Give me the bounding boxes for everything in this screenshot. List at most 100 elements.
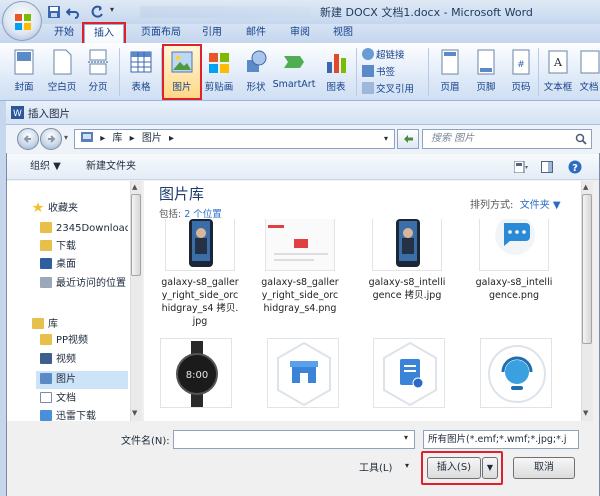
scroll-down-icon[interactable]: ▼ <box>132 409 137 417</box>
insert-button[interactable]: 插入(S) <box>427 457 481 479</box>
clip-art-icon <box>209 53 229 73</box>
view-options-icon[interactable] <box>514 161 528 173</box>
help-icon[interactable]: ? <box>568 160 582 174</box>
scroll-up-icon[interactable]: ▲ <box>132 183 137 191</box>
office-button[interactable] <box>2 1 42 41</box>
file-thumbnail[interactable]: 8:00 <box>160 338 232 408</box>
file-thumbnail[interactable] <box>480 338 552 408</box>
undo-icon[interactable] <box>66 5 80 19</box>
scroll-down-icon[interactable]: ▼ <box>583 409 588 417</box>
filename-input[interactable] <box>173 430 415 449</box>
chart-icon <box>327 54 346 73</box>
tab-mailings[interactable]: 邮件 <box>240 24 272 43</box>
cover-page-button[interactable]: 封面 <box>6 46 42 98</box>
preview-pane-icon[interactable] <box>541 161 553 173</box>
insert-options-button[interactable]: ▼ <box>482 457 498 479</box>
recent-locations-icon[interactable]: ▾ <box>64 133 68 142</box>
breadcrumb-library[interactable]: 库 <box>112 133 122 144</box>
hyperlink-button[interactable]: 超链接 <box>362 48 405 64</box>
save-icon[interactable] <box>47 5 61 19</box>
table-icon <box>130 51 152 73</box>
header-icon <box>441 49 459 75</box>
page-number-button[interactable]: # 页码 <box>503 46 539 98</box>
file-name[interactable]: galaxy-s8_intelli gence.png <box>465 276 563 302</box>
back-button[interactable] <box>17 128 39 150</box>
nav-documents[interactable]: 文档 <box>40 390 128 408</box>
cover-page-icon <box>14 49 34 75</box>
organize-button[interactable]: 组织 ▼ <box>30 154 61 180</box>
svg-text:?: ? <box>572 163 578 174</box>
qat-customize-icon[interactable]: ▾ <box>110 5 114 14</box>
customer-service-icon-image <box>488 345 546 403</box>
address-bar[interactable]: ▸ 库 ▸ 图片 ▸ ▾ <box>74 129 395 149</box>
nav-xunlei-downloads[interactable]: 迅雷下载 <box>40 408 128 421</box>
breadcrumb-pictures[interactable]: 图片 <box>142 133 162 144</box>
quick-parts-button[interactable]: 文档 <box>578 46 600 98</box>
file-thumbnail[interactable] <box>265 219 335 271</box>
smartart-icon <box>284 56 304 68</box>
table-button[interactable]: 表格 <box>123 46 159 98</box>
tab-view[interactable]: 视图 <box>327 24 359 43</box>
scroll-up-icon[interactable]: ▲ <box>583 183 588 191</box>
nav-downloads[interactable]: 下载 <box>40 238 128 256</box>
insert-picture-button[interactable]: 图片 <box>162 44 202 100</box>
header-button[interactable]: 页眉 <box>432 46 468 98</box>
refresh-button[interactable] <box>397 129 419 149</box>
file-name[interactable]: galaxy-s8_galler y_right_side_orc hidgray_… <box>151 276 249 328</box>
shapes-button[interactable]: 形状 <box>238 46 274 98</box>
hyperlink-icon <box>362 48 374 60</box>
address-dropdown-icon[interactable]: ▾ <box>384 130 388 148</box>
nav-pp-videos[interactable]: PP视频 <box>40 332 128 350</box>
bookmark-icon <box>362 65 374 77</box>
nav-desktop[interactable]: 桌面 <box>40 256 128 274</box>
store-icon-image <box>277 341 331 407</box>
redo-icon[interactable] <box>90 5 104 19</box>
tools-button[interactable]: 工具(L) <box>359 459 392 474</box>
cross-reference-button[interactable]: 交叉引用 <box>362 82 414 98</box>
blank-page-button[interactable]: 空白页 <box>44 46 80 98</box>
footer-button[interactable]: 页脚 <box>468 46 504 98</box>
file-name[interactable]: galaxy-s8_intelli gence 拷贝.jpg <box>358 276 456 302</box>
chat-icon-image <box>495 219 535 255</box>
smartart-button[interactable]: SmartArt <box>272 46 316 98</box>
tab-references[interactable]: 引用 <box>196 24 228 43</box>
file-thumbnail[interactable] <box>267 338 339 408</box>
pictures-library-icon <box>40 373 52 384</box>
textbox-button[interactable]: A 文本框 <box>540 46 576 98</box>
file-thumbnail[interactable] <box>373 338 445 408</box>
svg-text:W: W <box>13 109 22 119</box>
nav-recent-places[interactable]: 最近访问的位置 <box>40 275 128 293</box>
file-thumbnail[interactable] <box>372 219 442 271</box>
page-break-button[interactable]: 分页 <box>80 46 116 98</box>
cancel-button[interactable]: 取消 <box>513 457 575 479</box>
nav-2345downloads[interactable]: 2345Downloads <box>40 220 128 238</box>
new-folder-button[interactable]: 新建文件夹 <box>86 154 136 180</box>
chart-button[interactable]: 图表 <box>318 46 354 98</box>
filename-dropdown-icon[interactable]: ▾ <box>404 433 408 442</box>
title-bar-filler <box>140 6 310 18</box>
clip-art-button[interactable]: 剪贴画 <box>202 46 236 98</box>
ribbon-separator <box>428 48 429 96</box>
forward-button[interactable] <box>40 128 62 150</box>
page-break-icon <box>88 49 108 75</box>
bookmark-button[interactable]: 书签 <box>362 65 395 81</box>
page-number-icon: # <box>512 49 530 75</box>
file-name[interactable]: galaxy-s8_galler y_right_side_orc hidgray_… <box>251 276 349 315</box>
tab-review[interactable]: 审阅 <box>284 24 316 43</box>
search-input[interactable]: 搜索 图片 <box>422 129 592 149</box>
nav-videos[interactable]: 视频 <box>40 351 128 369</box>
tab-insert[interactable]: 插入 <box>82 22 126 45</box>
phone-portrait-image <box>189 219 213 267</box>
navigation-scroll-thumb[interactable] <box>131 194 141 276</box>
file-thumbnail[interactable] <box>165 219 235 271</box>
file-thumbnail[interactable] <box>479 219 549 271</box>
search-icon[interactable] <box>575 133 587 145</box>
arrange-by-dropdown[interactable]: 文件夹 ▼ <box>520 200 561 211</box>
tab-page-layout[interactable]: 页面布局 <box>135 24 187 43</box>
tab-home[interactable]: 开始 <box>48 24 80 43</box>
nav-pictures[interactable]: 图片 <box>36 371 128 389</box>
file-type-select[interactable]: 所有图片(*.emf;*.wmf;*.jpg;*.j <box>423 430 579 449</box>
desktop-icon <box>40 258 52 269</box>
tools-dropdown-icon[interactable]: ▾ <box>405 461 409 470</box>
file-list-scroll-thumb[interactable] <box>582 194 592 344</box>
